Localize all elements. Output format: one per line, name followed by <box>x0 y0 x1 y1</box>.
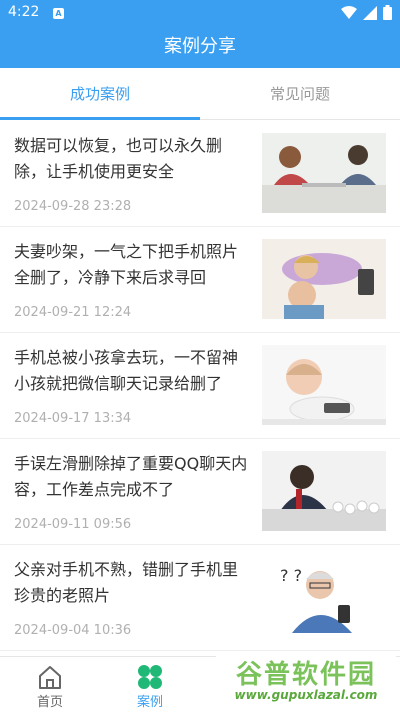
watermark-title: 谷普软件园 <box>235 660 376 690</box>
case-date: 2024-09-17 13:34 <box>14 411 132 426</box>
active-tab-indicator <box>0 117 200 120</box>
case-title: 手误左滑删除掉了重要QQ聊天内容，工作差点完成不了 <box>14 454 248 499</box>
signal-icon <box>363 5 377 20</box>
tab-success-cases[interactable]: 成功案例 <box>0 68 200 120</box>
case-list: 数据可以恢复，也可以永久删除，让手机使用更安全 2024-09-28 23:28… <box>0 121 400 651</box>
case-date: 2024-09-04 10:36 <box>14 623 132 638</box>
site-watermark: 谷普软件园 www.gupuxlazal.com <box>216 652 396 710</box>
list-item[interactable]: 数据可以恢复，也可以永久删除，让手机使用更安全 2024-09-28 23:28 <box>0 121 400 227</box>
list-item[interactable]: 手误左滑删除掉了重要QQ聊天内容，工作差点完成不了 2024-09-11 09:… <box>0 439 400 545</box>
tab-faq[interactable]: 常见问题 <box>200 68 400 120</box>
case-title: 数据可以恢复，也可以永久删除，让手机使用更安全 <box>14 136 223 181</box>
baby-phone-image <box>262 345 386 425</box>
page-title: 案例分享 <box>164 36 236 57</box>
confused-elder-image: ? ? <box>262 557 386 637</box>
case-title: 夫妻吵架，一气之下把手机照片全删了，冷静下来后求寻回 <box>14 242 239 287</box>
status-bar: 4:22 A <box>0 0 400 26</box>
case-title: 手机总被小孩拿去玩，一不留神小孩就把微信聊天记录给删了 <box>14 348 239 393</box>
home-icon <box>39 666 61 689</box>
list-item[interactable]: 手机总被小孩拿去玩，一不留神小孩就把微信聊天记录给删了 2024-09-17 1… <box>0 333 400 439</box>
nav-cases[interactable]: 案例 <box>100 657 200 712</box>
list-item[interactable]: 父亲对手机不熟，错删了手机里珍贵的老照片 2024-09-04 10:36 ? … <box>0 545 400 651</box>
battery-icon <box>383 5 392 20</box>
case-date: 2024-09-28 23:28 <box>14 199 132 214</box>
couple-table-image <box>262 133 386 213</box>
wifi-icon <box>341 5 357 19</box>
cases-grid-icon <box>138 665 162 689</box>
app-bar: 案例分享 <box>0 26 400 68</box>
svg-text:? ?: ? ? <box>280 566 302 585</box>
notification-icon: A <box>53 8 64 19</box>
case-title: 父亲对手机不熟，错删了手机里珍贵的老照片 <box>14 560 239 605</box>
nav-cases-label: 案例 <box>136 695 163 710</box>
nav-home-label: 首页 <box>36 695 63 710</box>
couple-phone-image <box>262 239 386 319</box>
case-date: 2024-09-11 09:56 <box>14 517 132 532</box>
list-item[interactable]: 夫妻吵架，一气之下把手机照片全删了，冷静下来后求寻回 2024-09-21 12… <box>0 227 400 333</box>
status-time: 4:22 <box>8 4 40 20</box>
watermark-url: www.gupuxlazal.com <box>234 688 378 702</box>
nav-home[interactable]: 首页 <box>0 657 100 712</box>
case-date: 2024-09-21 12:24 <box>14 305 132 320</box>
stressed-worker-image <box>262 451 386 531</box>
tab-bar: 成功案例 常见问题 <box>0 68 400 120</box>
